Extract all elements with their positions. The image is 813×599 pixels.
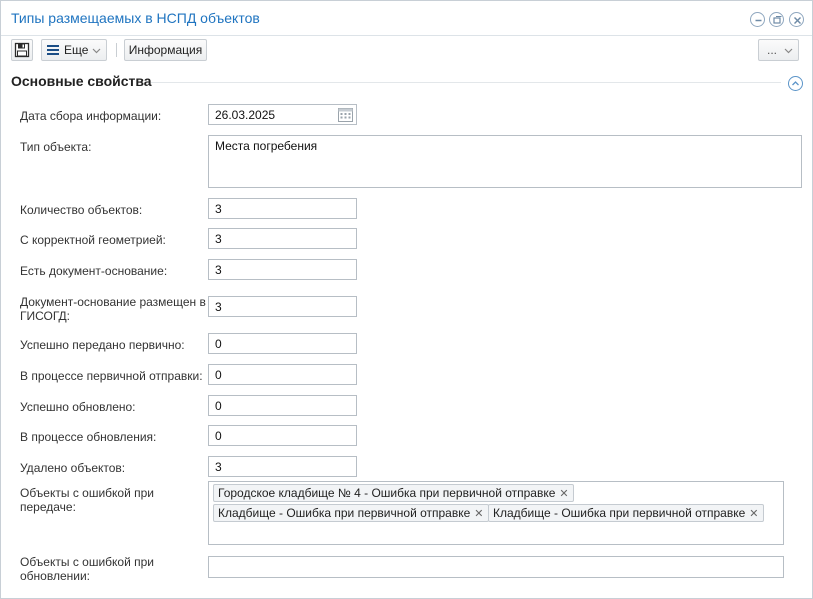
- updated-input[interactable]: 0: [208, 395, 357, 416]
- error-tag[interactable]: Кладбище - Ошибка при первичной отправке…: [488, 504, 764, 522]
- tag-remove-icon[interactable]: ✕: [474, 508, 483, 520]
- in-updating-input[interactable]: 0: [208, 425, 357, 446]
- section-header: Основные свойства: [11, 73, 804, 91]
- errors-transfer-label-line1: Объекты с ошибкой при: [20, 486, 155, 500]
- tag-remove-icon[interactable]: ✕: [559, 488, 568, 500]
- in-primary-sending-label: В процессе первичной отправки:: [20, 369, 203, 383]
- section-divider: [151, 82, 781, 83]
- restore-icon: [773, 16, 782, 24]
- sent-primary-input[interactable]: 0: [208, 333, 357, 354]
- deleted-input[interactable]: 3: [208, 456, 357, 477]
- chevron-down-icon: [92, 48, 101, 54]
- window-title: Типы размещаемых в НСПД объектов: [11, 10, 260, 26]
- date-label: Дата сбора информации:: [20, 109, 162, 123]
- section-title: Основные свойства: [11, 73, 152, 89]
- correct-geometry-input[interactable]: 3: [208, 228, 357, 249]
- document-isogd-label-line1: Документ-основание размещен в: [20, 295, 206, 309]
- errors-update-tag-input[interactable]: [208, 556, 784, 578]
- count-input[interactable]: 3: [208, 198, 357, 219]
- toolbar-separator: [116, 43, 117, 57]
- count-label: Количество объектов:: [20, 203, 143, 217]
- title-bar: Типы размещаемых в НСПД объектов: [1, 1, 812, 36]
- collapse-section-button[interactable]: [788, 76, 803, 91]
- errors-update-label-line2: обновлении:: [20, 569, 90, 583]
- date-value: 26.03.2025: [215, 108, 276, 122]
- tag-remove-icon[interactable]: ✕: [749, 508, 758, 520]
- info-button[interactable]: Информация: [124, 39, 207, 61]
- in-updating-label: В процессе обновления:: [20, 430, 157, 444]
- errors-update-label-line1: Объекты с ошибкой при: [20, 555, 155, 569]
- document-isogd-label-line2: ГИСОГД:: [20, 309, 71, 323]
- document-isogd-input[interactable]: 3: [208, 296, 357, 317]
- calendar-icon[interactable]: [338, 107, 353, 122]
- dialog-window: Типы размещаемых в НСПД объектов Еще Инф…: [0, 0, 813, 599]
- toolbar: Еще Информация ...: [1, 37, 812, 65]
- chevron-down-icon: [784, 48, 793, 54]
- correct-geometry-label: С корректной геометрией:: [20, 233, 166, 247]
- deleted-label: Удалено объектов:: [20, 461, 126, 475]
- errors-transfer-label-line2: передаче:: [20, 500, 76, 514]
- chevron-up-icon: [792, 81, 799, 86]
- in-primary-sending-input[interactable]: 0: [208, 364, 357, 385]
- errors-transfer-tag-input[interactable]: Городское кладбище № 4 - Ошибка при перв…: [208, 481, 784, 545]
- more-menu-label: Еще: [64, 43, 89, 57]
- error-tag-label: Кладбище - Ошибка при первичной отправке: [218, 506, 471, 520]
- error-tag-label: Кладбище - Ошибка при первичной отправке: [493, 506, 746, 520]
- restore-button[interactable]: [769, 12, 784, 27]
- more-menu-button[interactable]: Еще: [41, 39, 107, 61]
- close-icon: [794, 17, 801, 24]
- sent-primary-label: Успешно передано первично:: [20, 338, 185, 352]
- save-button[interactable]: [11, 39, 33, 61]
- date-input[interactable]: 26.03.2025: [208, 104, 357, 125]
- minimize-button[interactable]: [750, 12, 765, 27]
- has-document-label: Есть документ-основание:: [20, 264, 168, 278]
- menu-icon: [47, 45, 59, 55]
- ellipsis-menu-button[interactable]: ...: [758, 39, 799, 61]
- error-tag[interactable]: Городское кладбище № 4 - Ошибка при перв…: [213, 484, 574, 502]
- ellipsis-label: ...: [767, 43, 778, 57]
- error-tag[interactable]: Кладбище - Ошибка при первичной отправке…: [213, 504, 489, 522]
- has-document-input[interactable]: 3: [208, 259, 357, 280]
- close-button[interactable]: [789, 12, 804, 27]
- updated-label: Успешно обновлено:: [20, 400, 136, 414]
- minimize-icon: [755, 19, 762, 22]
- save-icon: [14, 42, 30, 58]
- object-type-textarea[interactable]: Места погребения: [208, 135, 802, 188]
- object-type-label: Тип объекта:: [20, 140, 92, 154]
- error-tag-label: Городское кладбище № 4 - Ошибка при перв…: [218, 486, 556, 500]
